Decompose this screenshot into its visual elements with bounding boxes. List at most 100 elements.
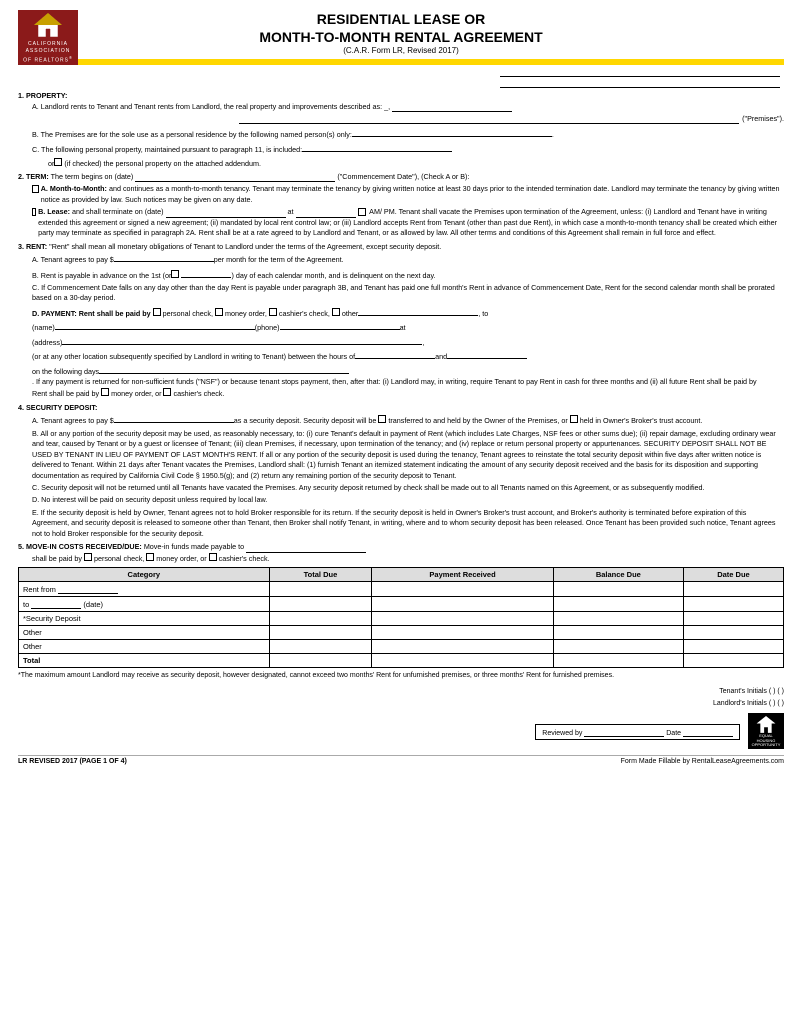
- payee-address-field[interactable]: [62, 335, 422, 345]
- cell-date-3[interactable]: [683, 612, 783, 626]
- cell-total-5[interactable]: [269, 640, 372, 654]
- cell-total-6[interactable]: [269, 654, 372, 668]
- addendum-checkbox[interactable]: [54, 158, 62, 166]
- transferred-checkbox[interactable]: [378, 415, 386, 423]
- cell-total-2[interactable]: [269, 597, 372, 612]
- section-1b: B. The Premises are for the sole use as …: [32, 127, 784, 140]
- cell-balance-6[interactable]: [553, 654, 683, 668]
- days-field[interactable]: [99, 364, 349, 374]
- document-page: CALIFORNIAASSOCIATIONOF REALTORS® RESIDE…: [0, 0, 802, 1024]
- cell-payment-3[interactable]: [372, 612, 553, 626]
- hours-from-field[interactable]: [355, 349, 435, 359]
- section-3d: D. PAYMENT: Rent shall be paid by person…: [32, 306, 784, 400]
- tenants-initials: Tenant's Initials ( ) ( ): [535, 687, 784, 697]
- cell-rent-to: to (date): [19, 597, 270, 612]
- logo-text: CALIFORNIAASSOCIATIONOF REALTORS®: [23, 41, 73, 65]
- footer-right: Tenant's Initials ( ) ( ) Landlord's Ini…: [535, 687, 784, 749]
- cell-total-4[interactable]: [269, 626, 372, 640]
- logo-house-icon: [32, 11, 64, 39]
- cell-date-4[interactable]: [683, 626, 783, 640]
- cell-date-6[interactable]: [683, 654, 783, 668]
- table-row: to (date): [19, 597, 784, 612]
- cell-payment-4[interactable]: [372, 626, 553, 640]
- cell-date-2[interactable]: [683, 597, 783, 612]
- document-header: CALIFORNIAASSOCIATIONOF REALTORS® RESIDE…: [18, 10, 784, 55]
- other-payment-field[interactable]: [358, 306, 478, 316]
- lease-end-time-field[interactable]: [296, 208, 356, 218]
- cell-total-1[interactable]: [269, 582, 372, 597]
- persons-field[interactable]: [352, 127, 552, 137]
- cell-payment-1[interactable]: [372, 582, 553, 597]
- review-date-field[interactable]: [683, 727, 733, 737]
- col-date-due: Date Due: [683, 568, 783, 582]
- am-checkbox[interactable]: [358, 208, 366, 216]
- payee-name-field[interactable]: [55, 320, 255, 330]
- cell-balance-5[interactable]: [553, 640, 683, 654]
- cell-balance-4[interactable]: [553, 626, 683, 640]
- cell-payment-5[interactable]: [372, 640, 553, 654]
- rent-day-field[interactable]: [181, 268, 231, 278]
- table-row: Other: [19, 640, 784, 654]
- cell-other-1: Other: [19, 626, 270, 640]
- personal-property-field[interactable]: [302, 142, 452, 152]
- premises-line: ("Premises").: [18, 114, 784, 124]
- money-order-checkbox-nsf[interactable]: [101, 388, 109, 396]
- cell-security-deposit: *Security Deposit: [19, 612, 270, 626]
- section-4b: B. All or any portion of the security de…: [32, 429, 784, 481]
- table-row: *Security Deposit: [19, 612, 784, 626]
- reviewer-field[interactable]: [584, 727, 664, 737]
- landlord-field[interactable]: [500, 67, 780, 77]
- held-checkbox[interactable]: [570, 415, 578, 423]
- document-title-line1: RESIDENTIAL LEASE OR: [18, 10, 784, 28]
- tenant-field[interactable]: [500, 78, 780, 88]
- cashier-check-checkbox-3d[interactable]: [269, 308, 277, 316]
- section-2-title-line: 2. TERM: The term begins on (date) ("Com…: [18, 172, 784, 182]
- cashier-check-checkbox-nsf[interactable]: [163, 388, 171, 396]
- hours-to-field[interactable]: [447, 349, 527, 359]
- payee-phone-field[interactable]: [280, 320, 400, 330]
- lease-end-date-field[interactable]: [166, 208, 286, 218]
- cell-total-label: Total: [19, 654, 270, 668]
- cell-total-3[interactable]: [269, 612, 372, 626]
- money-order-checkbox-3d[interactable]: [215, 308, 223, 316]
- move-in-cashier-check-checkbox[interactable]: [209, 553, 217, 561]
- rent-amount-field[interactable]: [114, 252, 214, 262]
- cell-payment-2[interactable]: [372, 597, 553, 612]
- security-deposit-amount-field[interactable]: [114, 413, 234, 423]
- premises-field-2[interactable]: [239, 114, 739, 124]
- move-in-payable-field[interactable]: [246, 543, 366, 553]
- lease-checkbox[interactable]: [32, 208, 36, 216]
- cell-rent-from: Rent from: [19, 582, 270, 597]
- cell-payment-6[interactable]: [372, 654, 553, 668]
- rent-day-checkbox[interactable]: [171, 270, 179, 278]
- month-to-month-checkbox[interactable]: [32, 185, 39, 193]
- premises-field-1[interactable]: [392, 102, 512, 112]
- other-checkbox-3d[interactable]: [332, 308, 340, 316]
- section-2-term: 2. TERM: The term begins on (date) ("Com…: [18, 172, 784, 239]
- col-category: Category: [19, 568, 270, 582]
- personal-check-checkbox[interactable]: [153, 308, 161, 316]
- premises-label: ("Premises").: [742, 114, 784, 124]
- cell-date-1[interactable]: [683, 582, 783, 597]
- cell-balance-3[interactable]: [553, 612, 683, 626]
- reviewed-row: Reviewed by Date EQUAL HOUSINGOPPORTUNIT…: [535, 713, 784, 749]
- col-payment-received: Payment Received: [372, 568, 553, 582]
- section-3-title-line: 3. RENT: "Rent" shall mean all monetary …: [18, 242, 784, 252]
- section-4e: E. If the security deposit is held by Ow…: [32, 508, 784, 539]
- cell-date-5[interactable]: [683, 640, 783, 654]
- section-1c-or: or (if checked) the personal property on…: [48, 158, 784, 169]
- section-2a: A. Month-to-Month: and continues as a mo…: [32, 184, 784, 205]
- equal-housing-icon: [755, 715, 777, 734]
- section-1-title: 1. PROPERTY:: [18, 91, 784, 101]
- footer-area: Tenant's Initials ( ) ( ) Landlord's Ini…: [18, 687, 784, 749]
- move-in-personal-check-checkbox[interactable]: [84, 553, 92, 561]
- move-in-table: Category Total Due Payment Received Bala…: [18, 567, 784, 668]
- section-4a: A. Tenant agrees to pay $ as a security …: [32, 413, 784, 426]
- tenant-line: [18, 78, 784, 88]
- commencement-date-field[interactable]: [135, 172, 335, 182]
- cell-balance-2[interactable]: [553, 597, 683, 612]
- rent-from-field[interactable]: [58, 584, 118, 594]
- cell-balance-1[interactable]: [553, 582, 683, 597]
- move-in-money-order-checkbox[interactable]: [146, 553, 154, 561]
- rent-to-field[interactable]: [31, 599, 81, 609]
